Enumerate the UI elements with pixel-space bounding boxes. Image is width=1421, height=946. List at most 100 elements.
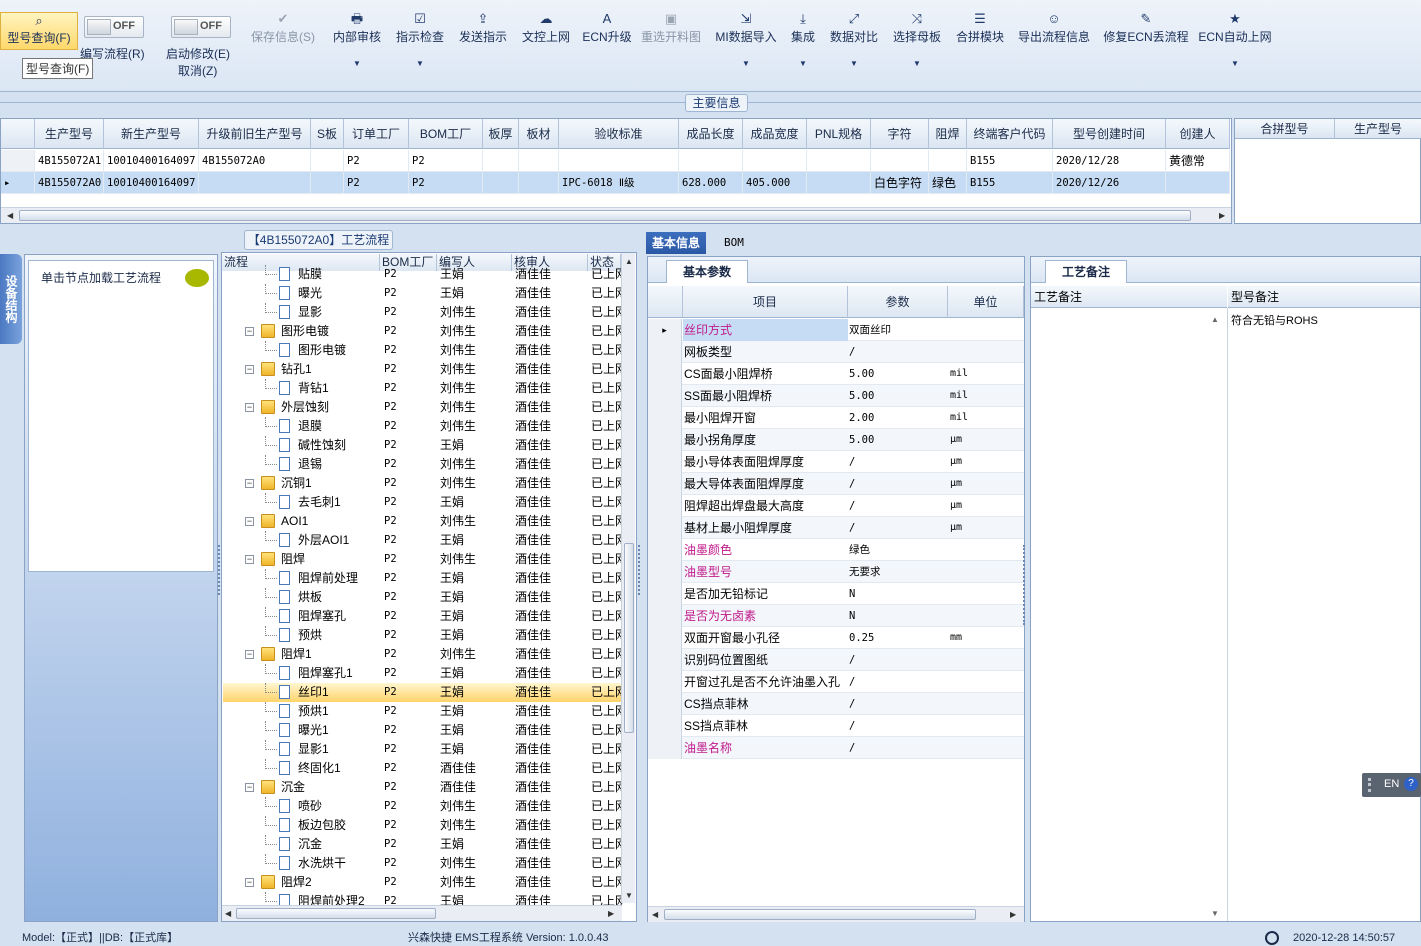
param-row[interactable]: 识别码位置图纸 / (648, 649, 1024, 671)
scroll-right-icon[interactable]: ▶ (1010, 910, 1016, 919)
column-header[interactable]: 订单工厂 (344, 119, 409, 149)
row-header[interactable] (648, 451, 682, 473)
column-header[interactable]: 终端客户代码 (967, 119, 1053, 149)
scroll-thumb[interactable] (624, 543, 634, 733)
table-cell[interactable]: 628.000 (679, 172, 743, 194)
toolbar-button-cloud-upload[interactable]: ☁ 文控上网 (518, 10, 574, 80)
tree-row[interactable]: 曝光1 P2 王娟 酒佳佳 已上网 (223, 721, 623, 740)
column-header-param[interactable]: 参数 (848, 286, 948, 318)
param-row[interactable]: 油墨颜色 绿色 (648, 539, 1024, 561)
tree-row[interactable]: 喷砂 P2 刘伟生 酒佳佳 已上网 (223, 797, 623, 816)
toolbar-button-checkbox[interactable]: ☑ 指示检查 ▼ (392, 10, 448, 80)
param-value[interactable]: 0.25 (848, 627, 948, 649)
param-value[interactable]: 双面丝印 (848, 319, 948, 341)
scroll-up-icon[interactable]: ▲ (1211, 315, 1219, 324)
column-header[interactable]: 创建人 (1166, 119, 1230, 149)
toolbar-button-wrench[interactable]: ✎ 修复ECN丢流程 (1102, 10, 1190, 80)
tree-vertical-scrollbar[interactable]: ▲ ▼ (621, 253, 635, 903)
collapse-toggle-icon[interactable]: − (245, 517, 254, 526)
row-header[interactable] (1, 150, 35, 172)
tree-row[interactable]: 阻焊塞孔1 P2 王娟 酒佳佳 已上网 (223, 664, 623, 683)
table-cell[interactable]: P2 (409, 172, 483, 194)
tree-row[interactable]: 水洗烘干 P2 刘伟生 酒佳佳 已上网 (223, 854, 623, 873)
table-cell[interactable] (483, 172, 519, 194)
table-cell[interactable]: 10010400164097 (104, 172, 199, 194)
column-header[interactable]: 板材 (519, 119, 559, 149)
tree-horizontal-scrollbar[interactable]: ◀ ▶ (222, 905, 622, 921)
table-cell[interactable] (807, 172, 871, 194)
params-horizontal-scrollbar[interactable]: ◀ ▶ (648, 906, 1024, 922)
table-cell[interactable] (1166, 172, 1230, 194)
param-value[interactable]: / (848, 495, 948, 517)
row-header[interactable]: ▸ (648, 319, 682, 341)
dropdown-arrow-icon[interactable]: ▼ (392, 59, 448, 68)
table-cell[interactable] (199, 172, 311, 194)
tree-row[interactable]: 预烘 P2 王娟 酒佳佳 已上网 (223, 626, 623, 645)
collapse-toggle-icon[interactable]: − (245, 365, 254, 374)
param-value[interactable]: 5.00 (848, 429, 948, 451)
column-header[interactable]: 板厚 (483, 119, 519, 149)
column-header-process-remark[interactable]: 工艺备注 (1031, 286, 1227, 308)
row-header[interactable] (648, 583, 682, 605)
tree-row[interactable]: 图形电镀 P2 刘伟生 酒佳佳 已上网 (223, 341, 623, 360)
param-value[interactable]: / (848, 649, 948, 671)
table-cell[interactable]: 黄德常 (1166, 150, 1230, 172)
row-header[interactable] (648, 715, 682, 737)
column-header[interactable]: 验收标准 (559, 119, 679, 149)
toolbar-button-check[interactable]: ✔ 保存信息(S) (245, 10, 321, 80)
column-header[interactable]: 型号创建时间 (1053, 119, 1166, 149)
tree-row[interactable]: 退锡 P2 刘伟生 酒佳佳 已上网 (223, 455, 623, 474)
tree-row[interactable]: 退膜 P2 刘伟生 酒佳佳 已上网 (223, 417, 623, 436)
table-cell[interactable]: B155 (967, 172, 1053, 194)
param-value[interactable]: 无要求 (848, 561, 948, 583)
toolbar-button-smile[interactable]: ☺ 导出流程信息 (1015, 10, 1093, 80)
column-header[interactable]: BOM工厂 (409, 119, 483, 149)
tab-basic-info[interactable]: 基本信息 (646, 232, 707, 254)
tree-row[interactable]: 碱性蚀刻 P2 王娟 酒佳佳 已上网 (223, 436, 623, 455)
column-header-production-model[interactable]: 生产型号 (1335, 119, 1421, 139)
param-row[interactable]: 最小拐角厚度 5.00 μm (648, 429, 1024, 451)
row-header[interactable] (648, 561, 682, 583)
table-cell[interactable]: B155 (967, 150, 1053, 172)
scroll-thumb[interactable] (19, 210, 1191, 221)
row-header[interactable]: ▸ (1, 172, 35, 194)
table-cell[interactable]: 绿色 (929, 172, 967, 194)
column-header-unit[interactable]: 单位 (948, 286, 1024, 318)
table-cell[interactable] (559, 150, 679, 172)
load-flow-box[interactable]: 单击节点加载工艺流程 (28, 260, 214, 572)
collapse-toggle-icon[interactable]: − (245, 327, 254, 336)
tree-row[interactable]: 贴膜 P2 王娟 酒佳佳 已上网 (223, 265, 623, 284)
row-header[interactable] (648, 627, 682, 649)
row-header[interactable] (648, 385, 682, 407)
row-header[interactable] (648, 737, 682, 759)
dropdown-arrow-icon[interactable]: ▼ (826, 59, 882, 68)
param-row[interactable]: SS面最小阻焊桥 5.00 mil (648, 385, 1024, 407)
param-value[interactable]: / (848, 517, 948, 539)
toolbar-button-list[interactable]: ☰ 合拼模块 (952, 10, 1008, 80)
subtab-basic-params[interactable]: 基本参数 (666, 260, 748, 283)
tree-row[interactable]: 阻焊塞孔 P2 王娟 酒佳佳 已上网 (223, 607, 623, 626)
toolbar-button-image[interactable]: ▣ 重选开料图 (638, 10, 704, 80)
table-cell[interactable] (519, 150, 559, 172)
column-header[interactable]: PNL规格 (807, 119, 871, 149)
row-header[interactable] (648, 517, 682, 539)
scroll-thumb[interactable] (236, 908, 436, 919)
device-structure-tab[interactable]: 设备结构 (0, 254, 22, 344)
param-row[interactable]: ▸ 丝印方式 双面丝印 (648, 319, 1024, 341)
param-row[interactable]: 是否为无卤素 N (648, 605, 1024, 627)
language-indicator[interactable]: EN ? (1362, 773, 1421, 797)
tab-process-remarks[interactable]: 工艺备注 (1045, 260, 1127, 283)
tree-row[interactable]: − AOI1 P2 刘伟生 酒佳佳 已上网 (223, 512, 623, 531)
table-cell[interactable]: 2020/12/26 (1053, 172, 1166, 194)
tree-row[interactable]: 背钻1 P2 刘伟生 酒佳佳 已上网 (223, 379, 623, 398)
param-row[interactable]: 阻焊超出焊盘最大高度 / μm (648, 495, 1024, 517)
column-header[interactable]: 生产型号 (35, 119, 104, 149)
row-header[interactable] (648, 341, 682, 363)
table-cell[interactable] (743, 150, 807, 172)
scroll-right-icon[interactable]: ▶ (608, 909, 614, 918)
table-cell[interactable] (929, 150, 967, 172)
row-header[interactable] (648, 693, 682, 715)
param-row[interactable]: 开窗过孔是否不允许油墨入孔 / (648, 671, 1024, 693)
param-value[interactable]: 5.00 (848, 385, 948, 407)
param-row[interactable]: CS挡点菲林 / (648, 693, 1024, 715)
